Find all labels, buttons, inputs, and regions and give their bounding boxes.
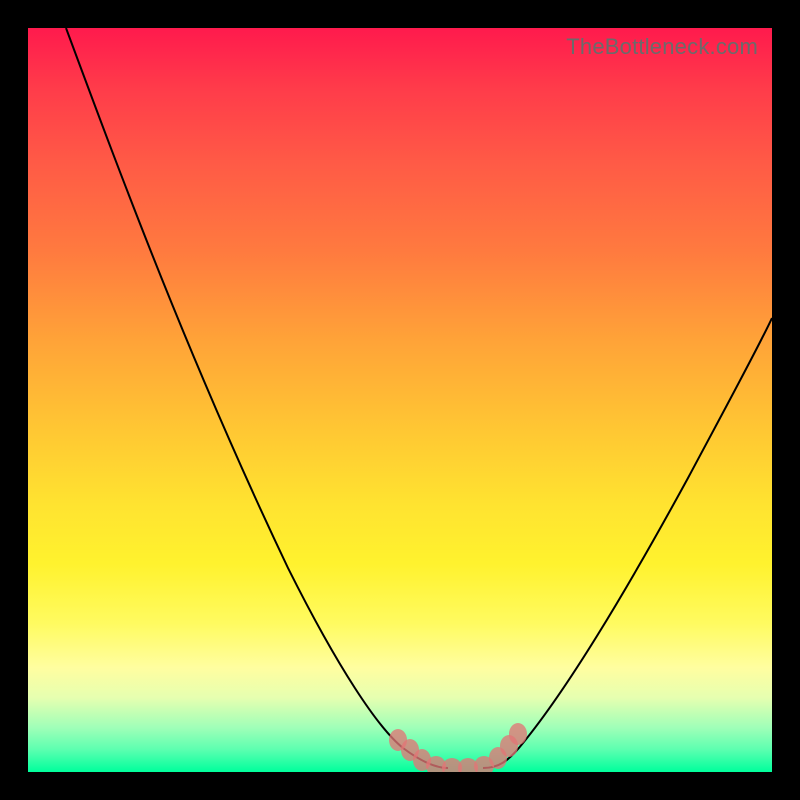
left-curve-branch — [66, 28, 448, 768]
bottleneck-curve — [28, 28, 772, 772]
chart-frame: TheBottleneck.com — [0, 0, 800, 800]
plot-area: TheBottleneck.com — [28, 28, 772, 772]
valley-marker-group — [389, 723, 527, 772]
valley-marker — [509, 723, 527, 745]
right-curve-branch — [483, 318, 772, 768]
